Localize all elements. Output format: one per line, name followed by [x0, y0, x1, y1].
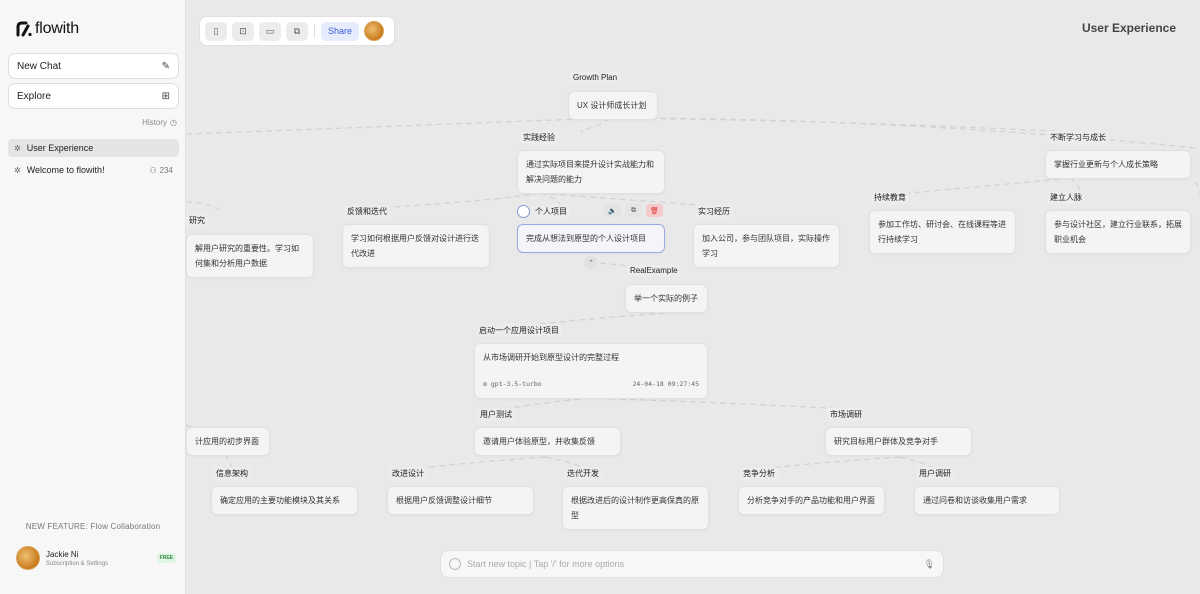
node-label-growth: Growth Plan [570, 72, 621, 83]
tree-icon: ⊡ [239, 25, 247, 36]
node-label-continue: 持续教育 [871, 191, 909, 204]
node-learn[interactable]: 掌握行业更新与个人成长策略 [1045, 150, 1191, 179]
node-label-example: RealExample [627, 265, 681, 276]
chevron-up-icon: ⌃ [588, 260, 594, 267]
node-label-practice: 实践经验 [520, 131, 558, 144]
user-profile[interactable]: Jackie Ni Subscription & Settings FREE [16, 546, 176, 570]
node-label-learn: 不断学习与成长 [1047, 131, 1109, 144]
explore-label: Explore [17, 90, 51, 102]
openai-icon: ⚙ [483, 380, 487, 388]
trash-icon: 🗑 [650, 207, 659, 215]
node-competitive-analysis[interactable]: 分析竞争对手的产品功能和用户界面 [738, 486, 885, 515]
node-practice[interactable]: 通过实际项目来提升设计实战能力和解决问题的能力 [517, 150, 665, 194]
speaker-button[interactable]: 🔈 [604, 204, 621, 217]
explore-button[interactable]: Explore ⊞ [8, 83, 179, 109]
present-button[interactable]: ▭ [259, 21, 281, 41]
clock-icon: ◷ [170, 118, 177, 127]
history-link[interactable]: History ◷ [142, 118, 177, 127]
node-iterative-dev[interactable]: 根据改进后的设计制作更高保真的原型 [562, 486, 709, 530]
status-circle-icon [449, 558, 461, 570]
node-initial-ui[interactable]: 计应用的初步界面 [186, 427, 270, 456]
model-info-row: ⚙ gpt-3.5-turbo 24-04-18 09:27:45 [483, 377, 699, 392]
speaker-icon: 🔈 [608, 207, 617, 215]
node-label-infoarch: 信息架构 [213, 467, 251, 480]
node-label-improve: 改进设计 [389, 467, 427, 480]
sparkle-icon: ✲ [14, 143, 21, 153]
node-growth-plan[interactable]: UX 设计师成长计划 [568, 91, 658, 120]
magic-wand-icon: ✎ [161, 60, 170, 72]
viewer-count: ⚇ 234 [149, 166, 173, 175]
node-label-startapp: 启动一个应用设计项目 [476, 324, 562, 337]
sparkle-icon: ✲ [14, 165, 21, 175]
delete-node-button[interactable]: 🗑 [646, 204, 663, 217]
sidebar: flowith New Chat ✎ Explore ⊞ History ◷ ✲… [0, 0, 186, 594]
node-user-testing[interactable]: 邀请用户体验原型，并收集反馈 [474, 427, 621, 456]
node-real-example[interactable]: 举一个实际的例子 [625, 284, 708, 313]
node-label-usertest: 用户测试 [477, 408, 515, 421]
node-personal-project[interactable]: 完成从想法到原型的个人设计项目 [517, 224, 665, 253]
logo[interactable]: flowith [16, 20, 79, 38]
copy-icon: ⧉ [631, 206, 636, 214]
screen-icon: ▭ [265, 25, 275, 36]
copy-node-button[interactable]: ⧉ [625, 204, 642, 217]
node-start-app-project[interactable]: 从市场调研开始到原型设计的完整过程 ⚙ gpt-3.5-turbo 24-04-… [474, 343, 708, 399]
canvas-toolbar: ▯ ⊡ ▭ ⧉ Share [199, 16, 395, 46]
node-label-intern: 实习经历 [695, 205, 733, 218]
node-label-personal: 个人项目 [532, 205, 570, 218]
plan-badge: FREE [156, 553, 176, 563]
new-chat-label: New Chat [17, 60, 61, 72]
avatar [16, 546, 40, 570]
share-button[interactable]: Share [321, 21, 360, 41]
user-subscription-link: Subscription & Settings [46, 560, 109, 567]
node-label-network: 建立人脉 [1047, 191, 1085, 204]
node-feedback[interactable]: 学习如何根据用户反馈对设计进行迭代改进 [342, 224, 490, 268]
microphone-icon[interactable]: 🎙 [924, 559, 935, 570]
node-label-userresearch: 用户调研 [916, 467, 954, 480]
node-continue-education[interactable]: 参加工作坊、研讨会、在线课程等进行持续学习 [869, 210, 1016, 254]
history-label: History [142, 118, 168, 127]
toolbar-divider [314, 24, 315, 38]
collapse-button[interactable]: ⌃ [584, 256, 598, 270]
user-name: Jackie Ni [46, 549, 79, 559]
sidebar-item-welcome[interactable]: ✲ Welcome to flowith! ⚇ 234 [8, 161, 179, 179]
users-icon: ⚇ [149, 165, 157, 175]
model-name: ⚙ gpt-3.5-turbo [483, 380, 542, 388]
node-network[interactable]: 参与设计社区，建立行业联系，拓展职业机会 [1045, 210, 1191, 254]
flowith-logo-icon [16, 21, 32, 37]
panel-icon: ▯ [213, 25, 219, 36]
logo-text: flowith [35, 20, 79, 37]
node-info-architecture[interactable]: 确定应用的主要功能模块及其关系 [211, 486, 358, 515]
layout-button[interactable]: ⊡ [232, 21, 254, 41]
new-chat-button[interactable]: New Chat ✎ [8, 53, 179, 79]
page-title: User Experience [1081, 21, 1176, 35]
collaborator-avatar[interactable] [364, 21, 385, 41]
node-label-feedback: 反馈和迭代 [344, 205, 390, 218]
node-market-research[interactable]: 研究目标用户群体及竞争对手 [825, 427, 972, 456]
viewer-count-value: 234 [159, 165, 173, 175]
node-user-research[interactable]: 通过问卷和访谈收集用户需求 [914, 486, 1060, 515]
node-label-compete: 竞争分析 [740, 467, 778, 480]
node-research[interactable]: 解用户研究的重要性。学习如何集和分析用户数据 [186, 234, 314, 278]
topic-input-bar: 🎙 [440, 550, 944, 578]
node-actions: 🔈 ⧉ 🗑 [604, 204, 663, 217]
sidebar-item-user-experience[interactable]: ✲ User Experience [8, 139, 179, 157]
sidebar-toggle-button[interactable]: ▯ [205, 21, 227, 41]
node-label-research: 研究 [186, 214, 208, 227]
sidebar-item-label: User Experience [26, 143, 94, 153]
copy-button[interactable]: ⧉ [286, 21, 308, 41]
node-intern[interactable]: 加入公司，参与团队项目，实际操作学习 [693, 224, 840, 268]
node-label-market: 市场调研 [827, 408, 865, 421]
node-improve-design[interactable]: 根据用户反馈调整设计细节 [387, 486, 534, 515]
node-start-app-text: 从市场调研开始到原型设计的完整过程 [483, 353, 619, 362]
new-feature-banner[interactable]: NEW FEATURE: Flow Collaboration [0, 522, 186, 531]
timestamp: 24-04-18 09:27:45 [632, 380, 699, 388]
node-label-iterdev: 迭代开发 [564, 467, 602, 480]
grid-icon: ⊞ [161, 90, 170, 102]
topic-input[interactable] [467, 559, 918, 569]
sidebar-item-label: Welcome to flowith! [26, 165, 105, 175]
copy-icon: ⧉ [293, 25, 301, 36]
node-select-radio[interactable] [517, 205, 530, 218]
